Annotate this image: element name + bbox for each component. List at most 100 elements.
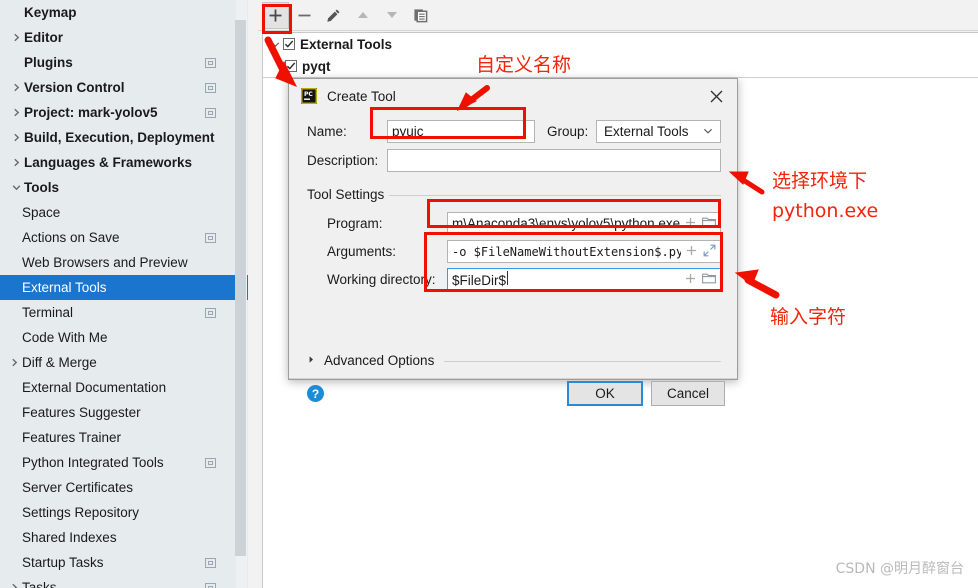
working-directory-label: Working directory: xyxy=(327,272,436,287)
expand-editor-icon[interactable] xyxy=(703,244,716,260)
insert-macro-icon[interactable] xyxy=(685,272,696,287)
arguments-input[interactable]: -o $FileNameWithoutExtension$.py xyxy=(447,240,721,263)
sidebar-item-keymap[interactable]: Keymap xyxy=(0,0,248,25)
program-input[interactable]: m\Anaconda3\envs\yolov5\python.exe xyxy=(447,212,721,235)
cancel-button-label: Cancel xyxy=(666,386,710,401)
sidebar-item-code-with-me[interactable]: Code With Me xyxy=(0,325,248,350)
browse-folder-icon[interactable] xyxy=(702,216,716,231)
chevron-down-icon[interactable] xyxy=(267,40,283,49)
browse-folder-icon[interactable] xyxy=(702,272,716,287)
copy-tool-icon[interactable] xyxy=(407,2,434,29)
program-label: Program: xyxy=(327,216,383,231)
sidebar-item-label: Plugins xyxy=(24,55,73,70)
tree-node-pyqt-label: pyqt xyxy=(302,58,331,74)
ok-button[interactable]: OK xyxy=(567,381,643,406)
dialog-title: Create Tool xyxy=(327,88,396,104)
chevron-right-icon[interactable] xyxy=(8,33,24,42)
settings-sync-badge-icon xyxy=(205,57,216,68)
sidebar-item-label: Web Browsers and Preview xyxy=(22,255,188,270)
sidebar-item-actions-on-save[interactable]: Actions on Save xyxy=(0,225,248,250)
group-select[interactable]: External Tools xyxy=(596,120,721,143)
chevron-right-icon[interactable] xyxy=(8,133,24,142)
help-icon[interactable]: ? xyxy=(307,385,324,402)
sidebar-item-label: Editor xyxy=(24,30,63,45)
sidebar-item-features-trainer[interactable]: Features Trainer xyxy=(0,425,248,450)
checkbox-external-tools[interactable] xyxy=(283,38,295,50)
text-caret xyxy=(507,271,509,285)
sidebar-item-label: Version Control xyxy=(24,80,125,95)
sidebar-item-languages-frameworks[interactable]: Languages & Frameworks xyxy=(0,150,248,175)
sidebar-item-features-suggester[interactable]: Features Suggester xyxy=(0,400,248,425)
close-icon[interactable] xyxy=(701,83,731,109)
add-tool-button[interactable] xyxy=(262,1,289,29)
sidebar-item-label: Keymap xyxy=(24,5,77,20)
sidebar-item-startup-tasks[interactable]: Startup Tasks xyxy=(0,550,248,575)
sidebar-scrollbar-thumb[interactable] xyxy=(235,20,246,556)
group-label: Group: xyxy=(547,124,589,139)
sidebar-item-diff-merge[interactable]: Diff & Merge xyxy=(0,350,248,375)
sidebar-item-label: External Tools xyxy=(22,280,107,295)
settings-sync-badge-icon xyxy=(205,232,216,243)
sidebar-item-label: Tasks xyxy=(22,580,57,588)
sidebar-item-label: Tools xyxy=(24,180,59,195)
pycharm-icon: PC xyxy=(301,88,317,104)
sidebar-item-space[interactable]: Space xyxy=(0,200,248,225)
help-icon-label: ? xyxy=(311,386,320,401)
edit-tool-pencil-icon[interactable] xyxy=(320,2,347,29)
chevron-right-icon[interactable] xyxy=(6,358,22,367)
sidebar-item-settings-repository[interactable]: Settings Repository xyxy=(0,500,248,525)
sidebar-item-label: External Documentation xyxy=(22,380,167,395)
sidebar-item-label: Server Certificates xyxy=(22,480,134,495)
sidebar-item-tools[interactable]: Tools xyxy=(0,175,248,200)
sidebar-item-label: Python Integrated Tools xyxy=(22,455,164,470)
name-input[interactable]: pyuic xyxy=(387,120,535,143)
insert-macro-icon[interactable] xyxy=(686,245,697,259)
sidebar-item-web-browsers-and-preview[interactable]: Web Browsers and Preview xyxy=(0,250,248,275)
chevron-right-icon[interactable] xyxy=(8,83,24,92)
move-up-arrow-icon[interactable] xyxy=(349,2,376,29)
chevron-down-icon[interactable] xyxy=(703,126,716,138)
checkbox-pyqt[interactable] xyxy=(285,60,297,72)
sidebar-item-label: Languages & Frameworks xyxy=(24,155,193,170)
sidebar-item-shared-indexes[interactable]: Shared Indexes xyxy=(0,525,248,550)
sidebar-item-label: Actions on Save xyxy=(22,230,120,245)
advanced-options-toggle[interactable]: Advanced Options xyxy=(307,353,434,368)
chevron-right-icon[interactable] xyxy=(8,158,24,167)
sidebar-item-editor[interactable]: Editor xyxy=(0,25,248,50)
sidebar-item-external-tools[interactable]: External Tools xyxy=(0,275,248,300)
settings-tree-list: Keymap Editor Plugins Version Control Projec… xyxy=(0,0,248,588)
sidebar-item-terminal[interactable]: Terminal xyxy=(0,300,248,325)
settings-tree-sidebar[interactable]: Keymap Editor Plugins Version Control Projec… xyxy=(0,0,248,588)
chevron-down-icon[interactable] xyxy=(8,183,24,192)
sidebar-item-server-certificates[interactable]: Server Certificates xyxy=(0,475,248,500)
sidebar-item-project-mark-yolov5[interactable]: Project: mark-yolov5 xyxy=(0,100,248,125)
tool-settings-divider xyxy=(389,195,721,196)
advanced-options-divider xyxy=(444,361,721,362)
settings-sync-badge-icon xyxy=(205,582,216,588)
sidebar-item-label: Terminal xyxy=(22,305,74,320)
remove-tool-button[interactable] xyxy=(291,2,318,29)
tree-node-pyqt[interactable]: pyqt xyxy=(263,55,978,77)
program-input-value: m\Anaconda3\envs\yolov5\python.exe xyxy=(452,216,680,231)
sidebar-item-python-integrated-tools[interactable]: Python Integrated Tools xyxy=(0,450,248,475)
sidebar-item-external-documentation[interactable]: External Documentation xyxy=(0,375,248,400)
move-down-arrow-icon[interactable] xyxy=(378,2,405,29)
sidebar-item-version-control[interactable]: Version Control xyxy=(0,75,248,100)
sidebar-item-label: Settings Repository xyxy=(22,505,140,520)
arguments-input-value: -o $FileNameWithoutExtension$.py xyxy=(452,244,681,259)
chevron-right-icon[interactable] xyxy=(6,583,22,588)
insert-macro-icon[interactable] xyxy=(685,216,696,231)
svg-text:PC: PC xyxy=(304,91,313,98)
sidebar-item-tasks[interactable]: Tasks xyxy=(0,575,248,588)
sidebar-item-build-execution-deployment[interactable]: Build, Execution, Deployment xyxy=(0,125,248,150)
sidebar-scrollbar-track[interactable] xyxy=(235,0,247,588)
working-directory-input[interactable]: $FileDir$ xyxy=(447,268,721,291)
description-input[interactable] xyxy=(387,149,721,172)
cancel-button[interactable]: Cancel xyxy=(651,381,725,406)
chevron-right-icon[interactable] xyxy=(307,355,316,366)
chevron-right-icon[interactable] xyxy=(8,108,24,117)
sidebar-item-plugins[interactable]: Plugins xyxy=(0,50,248,75)
name-input-value: pyuic xyxy=(392,124,424,139)
tree-node-external-tools[interactable]: External Tools xyxy=(263,33,978,55)
sidebar-item-label: Features Trainer xyxy=(22,430,122,445)
